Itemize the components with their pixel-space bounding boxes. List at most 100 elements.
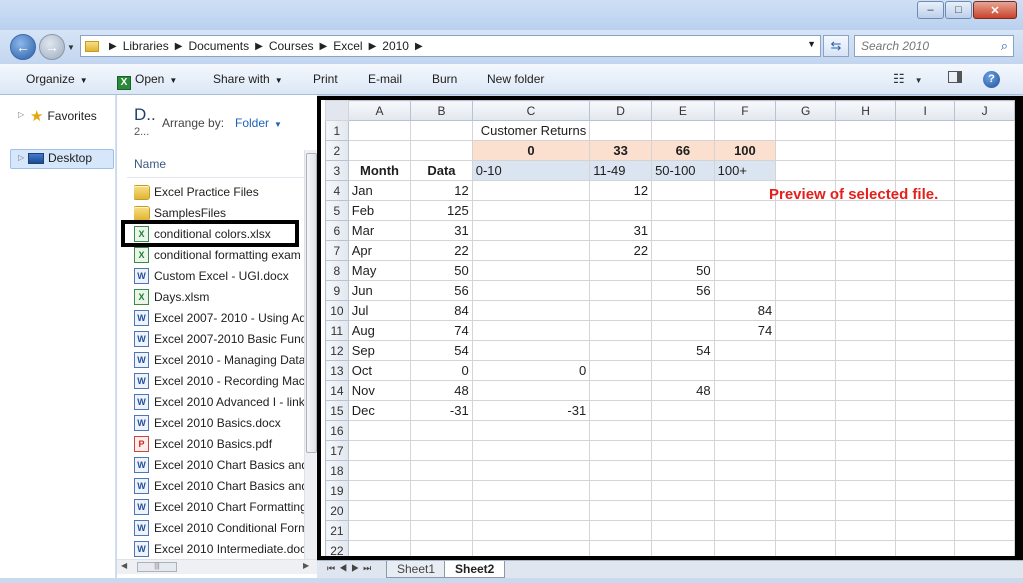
file-list-item[interactable]: W Excel 2010 Conditional Form [134,518,314,538]
cell[interactable] [713,500,777,521]
expand-favorites-icon[interactable]: ▷ [18,110,24,119]
file-list-horizontal-scrollbar[interactable]: ◀ ||| ▶ [117,559,317,574]
cell[interactable] [954,540,1015,556]
organize-button[interactable]: Organize ▼ [26,72,88,86]
row-header[interactable]: 20 [325,500,349,521]
cell[interactable] [347,500,412,521]
cell[interactable]: 22 [589,240,653,261]
cell[interactable] [894,380,956,401]
cell[interactable] [954,220,1015,241]
cell[interactable] [894,240,956,261]
cell[interactable] [589,480,653,501]
print-button[interactable]: Print [313,72,338,86]
cell[interactable]: May [347,260,412,281]
cell[interactable] [589,260,653,281]
cell[interactable] [954,300,1015,321]
cell[interactable] [713,220,777,241]
cell[interactable] [471,380,591,401]
nav-favorites[interactable]: ★ Favorites [30,107,97,125]
cell[interactable] [589,300,653,321]
row-header[interactable]: 19 [325,480,349,501]
cell[interactable] [954,200,1015,221]
cell[interactable] [713,460,777,481]
arrange-by-dropdown[interactable]: Folder ▼ [235,116,282,130]
new-folder-button[interactable]: New folder [487,72,544,86]
cell[interactable] [651,500,715,521]
cell[interactable] [589,420,653,441]
cell[interactable] [589,400,653,421]
column-header[interactable]: H [835,100,896,121]
cell[interactable] [775,460,837,481]
breadcrumb-item[interactable]: Courses [269,39,314,53]
open-button[interactable]: X Open ▼ [117,72,177,90]
file-list-item[interactable]: Xconditional formatting exam [134,245,314,265]
cell[interactable] [954,260,1015,281]
cell[interactable]: 100+ [713,160,777,181]
cell[interactable] [775,300,837,321]
help-button[interactable]: ? [983,71,1000,88]
cell[interactable]: 66 [651,140,715,161]
cell[interactable] [835,240,896,261]
row-header[interactable]: 18 [325,460,349,481]
cell[interactable] [347,480,412,501]
cell[interactable]: Aug [347,320,412,341]
cell[interactable] [347,540,412,556]
cell[interactable] [589,540,653,556]
cell[interactable] [651,460,715,481]
cell[interactable] [894,140,956,161]
row-header[interactable]: 4 [325,180,349,201]
cell[interactable] [775,280,837,301]
cell[interactable]: Customer Returns [471,120,591,141]
cell[interactable] [471,440,591,461]
cell[interactable]: 50-100 [651,160,715,181]
cell[interactable] [835,460,896,481]
tab-sheet2[interactable]: Sheet2 [444,561,506,578]
cell[interactable] [894,300,956,321]
cell[interactable] [954,520,1015,541]
cell[interactable] [835,120,896,141]
row-header[interactable]: 21 [325,520,349,541]
column-header[interactable]: G [775,100,837,121]
file-list-item[interactable]: W Custom Excel - UGI.docx [134,266,314,286]
cell[interactable]: 84 [410,300,473,321]
cell[interactable]: 84 [713,300,777,321]
cell[interactable] [775,380,837,401]
cell[interactable]: 22 [410,240,473,261]
file-list-item[interactable]: W Excel 2007-2010 Basic Functi [134,329,314,349]
cell[interactable] [471,240,591,261]
breadcrumb-chevron-icon[interactable]: ▶ [369,41,377,52]
cell[interactable] [835,280,896,301]
scroll-thumb[interactable]: ||| [137,562,177,572]
cell[interactable] [471,260,591,281]
cell[interactable]: 74 [713,320,777,341]
cell[interactable] [954,320,1015,341]
cell[interactable] [894,480,956,501]
cell[interactable] [775,420,837,441]
search-box[interactable]: ⌕ [854,35,1014,57]
cell[interactable] [954,240,1015,261]
cell[interactable]: 50 [651,260,715,281]
cell[interactable] [471,300,591,321]
cell[interactable]: 54 [410,340,473,361]
address-bar[interactable]: ▶ Libraries ▶ Documents ▶ Courses ▶ Excel ▶ 2010… [80,35,821,57]
cell[interactable] [894,200,956,221]
row-header[interactable]: 15 [325,400,349,421]
cell[interactable] [651,180,715,201]
cell[interactable] [775,140,837,161]
cell[interactable]: Data [410,160,473,181]
cell[interactable] [713,280,777,301]
cell[interactable] [835,520,896,541]
breadcrumb-chevron-icon[interactable]: ▶ [415,41,423,52]
cell[interactable] [589,320,653,341]
cell[interactable] [894,160,956,181]
cell[interactable] [713,420,777,441]
cell[interactable] [835,440,896,461]
column-header[interactable]: E [651,100,715,121]
cell[interactable] [651,120,715,141]
file-list-item[interactable]: W Excel 2010 Chart Basics and [134,455,314,475]
cell[interactable] [835,220,896,241]
select-all-corner[interactable] [325,100,349,121]
cell[interactable] [347,520,412,541]
cell[interactable] [894,340,956,361]
cell[interactable] [954,380,1015,401]
